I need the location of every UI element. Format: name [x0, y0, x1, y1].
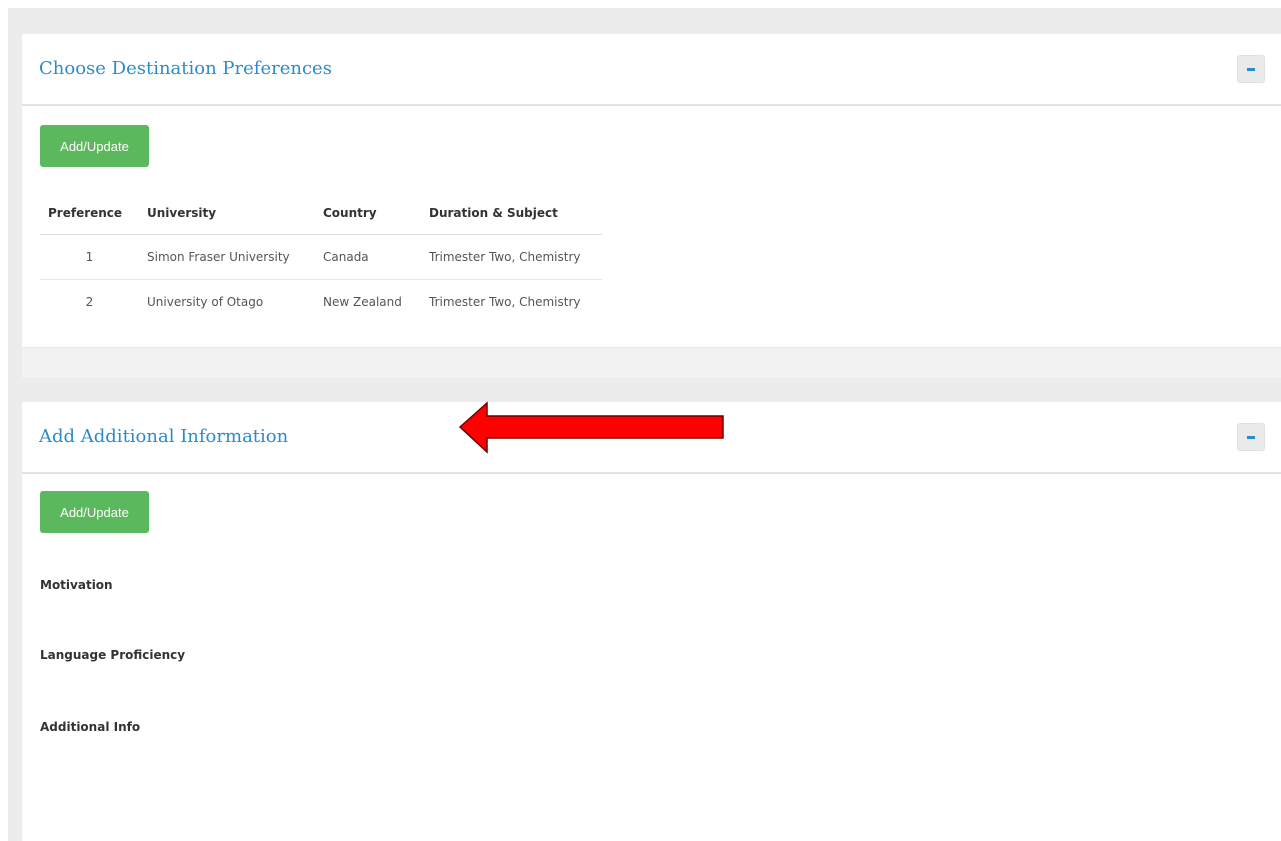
- header-university: University: [139, 192, 315, 235]
- panel-title: Add Additional Information: [39, 426, 289, 447]
- cell-preference: 2: [85, 295, 94, 309]
- panel-header: Choose Destination Preferences: [22, 34, 1281, 106]
- cell-duration-subject: Trimester Two, Chemistry: [421, 234, 602, 280]
- table-row: 2 University of Otago New Zealand Trimes…: [40, 280, 602, 325]
- add-update-button[interactable]: Add/Update: [40, 491, 149, 533]
- cell-country: New Zealand: [323, 295, 402, 309]
- header-preference: Preference: [40, 192, 139, 235]
- minus-icon: [1247, 68, 1255, 71]
- cell-preference: 1: [40, 234, 139, 280]
- additional-info-label: Additional Info: [40, 720, 141, 734]
- collapse-button[interactable]: [1237, 55, 1265, 83]
- motivation-label: Motivation: [40, 578, 113, 592]
- panel-title: Choose Destination Preferences: [39, 58, 332, 79]
- header-duration-subject: Duration & Subject: [421, 192, 602, 235]
- cell-country: Canada: [315, 234, 421, 280]
- left-arrow-icon: [458, 401, 724, 454]
- cell-duration-subject: Trimester Two, Chemistry: [429, 295, 581, 309]
- cell-university: Simon Fraser University: [139, 234, 315, 280]
- collapse-button[interactable]: [1237, 423, 1265, 451]
- cell-university: University of Otago: [147, 295, 264, 309]
- destination-preferences-panel: Choose Destination Preferences Add/Updat…: [22, 34, 1281, 378]
- preferences-table: Preference University Country Duration &…: [40, 192, 602, 324]
- language-proficiency-label: Language Proficiency: [40, 648, 186, 662]
- panel-footer: [22, 347, 1281, 378]
- additional-information-panel: Add Additional Information Add/Update Mo…: [22, 402, 1281, 841]
- table-header-row: Preference University Country Duration &…: [40, 192, 602, 235]
- add-update-button[interactable]: Add/Update: [40, 125, 149, 167]
- minus-icon: [1247, 436, 1255, 439]
- table-row: 1 Simon Fraser University Canada Trimest…: [40, 234, 602, 280]
- header-country: Country: [315, 192, 421, 235]
